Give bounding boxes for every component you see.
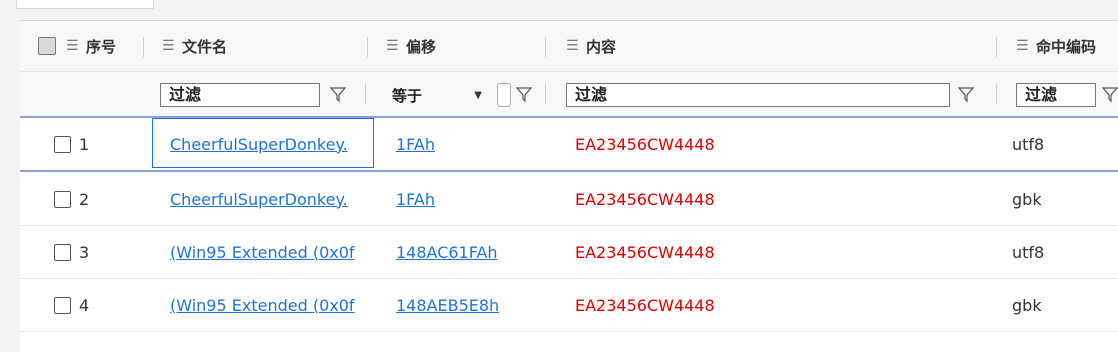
seq-cell: 3: [54, 226, 144, 278]
column-header-offset-label: 偏移: [406, 37, 437, 56]
table-row[interactable]: 2 CheerfulSuperDonkey. 1FAh EA23456CW444…: [20, 173, 1118, 226]
menu-icon[interactable]: ☰: [566, 38, 580, 54]
results-grid: ☰ 序号 ☰ 文件名 ☰ 偏移 ☰ 内容 ☰ 命中编码 过滤 等于 ▼ 过滤 过…: [20, 20, 1118, 352]
column-header-encoding-label: 命中编码: [1036, 37, 1097, 56]
seq-value: 2: [79, 189, 90, 209]
table-row[interactable]: 1 CheerfulSuperDonkey. 1FAh EA23456CW444…: [20, 118, 1118, 172]
encoding-value: utf8: [1012, 242, 1045, 262]
offset-cell[interactable]: 148AEB5E8h: [396, 279, 541, 331]
encoding-value: gbk: [1012, 189, 1042, 209]
column-separator[interactable]: [996, 37, 997, 57]
seq-value: 4: [79, 295, 90, 315]
column-separator: [365, 84, 366, 104]
table-row[interactable]: 3 (Win95 Extended (0x0f 148AC61FAh EA234…: [20, 226, 1118, 279]
seq-cell: 1: [54, 118, 144, 170]
column-separator: [996, 84, 997, 104]
content-value: EA23456CW4448: [575, 189, 715, 209]
column-header-filename-label: 文件名: [182, 37, 228, 56]
column-separator[interactable]: [367, 37, 368, 57]
menu-icon[interactable]: ☰: [162, 38, 176, 54]
column-header-content[interactable]: ☰ 内容: [566, 21, 966, 71]
filename-link[interactable]: CheerfulSuperDonkey.: [170, 190, 348, 209]
funnel-icon: [958, 87, 974, 103]
row-checkbox[interactable]: [54, 296, 71, 314]
seq-cell: 4: [54, 279, 144, 331]
header-row: ☰ 序号 ☰ 文件名 ☰ 偏移 ☰ 内容 ☰ 命中编码: [20, 21, 1118, 72]
offset-cell[interactable]: 1FAh: [396, 118, 541, 170]
menu-icon[interactable]: ☰: [1016, 38, 1030, 54]
offset-link[interactable]: 1FAh: [396, 190, 435, 209]
filename-link[interactable]: (Win95 Extended (0x0f: [170, 296, 355, 315]
filename-link[interactable]: (Win95 Extended (0x0f: [170, 243, 355, 262]
content-cell: EA23456CW4448: [575, 226, 875, 278]
encoding-value: gbk: [1012, 295, 1042, 315]
encoding-cell: utf8: [1012, 226, 1112, 278]
seq-value: 1: [79, 134, 90, 154]
offset-operator-select[interactable]: 等于 ▼: [388, 83, 488, 107]
filename-cell[interactable]: CheerfulSuperDonkey.: [170, 118, 370, 170]
encoding-filter-button[interactable]: [1100, 82, 1118, 108]
offset-operator-label: 等于: [392, 86, 423, 105]
content-value: EA23456CW4448: [575, 242, 715, 262]
filename-link[interactable]: CheerfulSuperDonkey.: [170, 135, 348, 154]
filename-cell[interactable]: CheerfulSuperDonkey.: [170, 173, 370, 225]
column-separator[interactable]: [143, 37, 144, 57]
funnel-icon: [330, 87, 346, 103]
content-filter-button[interactable]: [956, 82, 976, 108]
encoding-cell: gbk: [1012, 173, 1112, 225]
top-strip: [0, 0, 1118, 20]
seq-value: 3: [79, 242, 90, 262]
funnel-icon: [1102, 87, 1118, 103]
top-tab[interactable]: [16, 0, 154, 9]
filename-filter-input[interactable]: 过滤: [160, 83, 320, 107]
menu-icon[interactable]: ☰: [66, 38, 80, 54]
table-row[interactable]: 4 (Win95 Extended (0x0f 148AEB5E8h EA234…: [20, 279, 1118, 332]
row-checkbox[interactable]: [54, 135, 71, 153]
offset-cell[interactable]: 1FAh: [396, 173, 541, 225]
row-checkbox[interactable]: [54, 190, 71, 208]
offset-filter-button[interactable]: [514, 82, 534, 108]
encoding-cell: gbk: [1012, 279, 1112, 331]
filter-row: 过滤 等于 ▼ 过滤 过滤: [20, 72, 1118, 118]
caret-down-icon: ▼: [474, 89, 482, 101]
content-value: EA23456CW4448: [575, 295, 715, 315]
column-header-filename[interactable]: ☰ 文件名: [162, 21, 362, 71]
column-header-encoding[interactable]: ☰ 命中编码: [1016, 21, 1118, 71]
column-separator[interactable]: [545, 37, 546, 57]
menu-icon[interactable]: ☰: [386, 38, 400, 54]
column-header-seq-label: 序号: [86, 37, 117, 56]
content-filter-input[interactable]: 过滤: [566, 83, 950, 107]
column-separator: [545, 84, 546, 104]
offset-link[interactable]: 148AC61FAh: [396, 243, 498, 262]
encoding-value: utf8: [1012, 134, 1045, 154]
content-cell: EA23456CW4448: [575, 173, 875, 225]
column-header-offset[interactable]: ☰ 偏移: [386, 21, 526, 71]
encoding-cell: utf8: [1012, 118, 1112, 170]
filename-cell[interactable]: (Win95 Extended (0x0f: [170, 279, 370, 331]
filename-filter-button[interactable]: [328, 82, 348, 108]
filename-cell[interactable]: (Win95 Extended (0x0f: [170, 226, 370, 278]
offset-link[interactable]: 1FAh: [396, 135, 435, 154]
encoding-filter-input[interactable]: 过滤: [1016, 83, 1096, 107]
select-all-checkbox[interactable]: [38, 37, 56, 55]
content-cell: EA23456CW4448: [575, 118, 875, 170]
offset-filter-input[interactable]: [497, 83, 511, 107]
content-cell: EA23456CW4448: [575, 279, 875, 331]
column-header-seq[interactable]: ☰ 序号: [38, 21, 148, 71]
offset-cell[interactable]: 148AC61FAh: [396, 226, 541, 278]
funnel-icon: [516, 87, 532, 103]
row-checkbox[interactable]: [54, 243, 71, 261]
content-value: EA23456CW4448: [575, 134, 715, 154]
column-header-content-label: 内容: [586, 37, 617, 56]
offset-link[interactable]: 148AEB5E8h: [396, 296, 499, 315]
seq-cell: 2: [54, 173, 144, 225]
